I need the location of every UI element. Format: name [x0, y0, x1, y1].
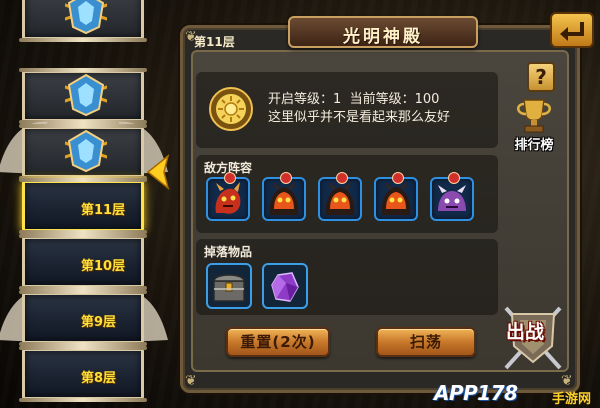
enemy-slot[interactable]	[430, 172, 474, 221]
battle-button[interactable]: 出战	[500, 300, 566, 374]
lava-golem-icon	[381, 182, 411, 215]
lava-golem-icon	[269, 182, 299, 215]
red-dragon-icon	[215, 182, 241, 214]
floor-label: 第9层	[81, 315, 117, 330]
treasure-chest-icon	[213, 274, 245, 302]
help-button[interactable]: ?	[527, 62, 555, 92]
trophy-icon	[517, 99, 551, 133]
sweep-button[interactable]: 扫荡	[376, 327, 476, 357]
open-level-label: 开启等级：	[268, 92, 334, 107]
floor-locked[interactable]	[19, 124, 147, 180]
level-requirement: 开启等级：1 当前等级：100	[268, 88, 439, 107]
enemy-slot[interactable]	[206, 172, 250, 221]
rank-badge-icon	[336, 172, 348, 184]
floor-locked[interactable]	[19, 0, 147, 42]
floor-label: 第8层	[81, 371, 117, 386]
current-level-label: 当前等级：	[349, 92, 415, 107]
lava-golem-icon	[325, 182, 355, 215]
rank-badge-icon	[280, 172, 292, 184]
floor-current[interactable]: 第11层	[19, 178, 147, 234]
sun-emblem-icon	[209, 87, 253, 131]
open-level-value: 1	[333, 92, 342, 107]
enemy-slot[interactable]	[262, 172, 306, 221]
drop-item-slot[interactable]	[206, 263, 252, 309]
purple-crystal-icon	[271, 272, 299, 302]
floor-label: 第10层	[81, 259, 126, 274]
drop-section-title: 掉落物品	[204, 245, 253, 259]
locked-emblem-icon	[65, 0, 107, 35]
drop-items: 掉落物品	[196, 239, 498, 315]
floor-cleared[interactable]: 第8层	[19, 346, 147, 402]
enemy-slot[interactable]	[318, 172, 362, 221]
return-arrow-icon	[560, 22, 584, 41]
floor-cleared[interactable]: 第9层	[19, 290, 147, 346]
floor-label: 第11层	[81, 203, 126, 218]
leaderboard-label: 排行榜	[514, 138, 554, 153]
dungeon-description: 这里似乎并不是看起来那么友好	[268, 110, 451, 125]
floor-tower[interactable]: 第11层 第10层 第9层 第8层	[0, 0, 180, 408]
current-floor-arrow-icon	[146, 154, 170, 190]
watermark-subtext: 手游网	[552, 392, 592, 407]
rank-badge-icon	[392, 172, 404, 184]
purple-beast-icon	[438, 185, 466, 211]
leaderboard-button[interactable]: 排行榜	[504, 96, 564, 156]
reset-button[interactable]: 重置(2次)	[226, 327, 330, 357]
floor-number-label: 第11层	[194, 35, 235, 49]
drop-item-slot[interactable]	[262, 263, 308, 309]
back-button[interactable]	[550, 12, 594, 48]
title-plate: 光明神殿	[288, 16, 478, 48]
panel-title: 光明神殿	[343, 27, 423, 47]
watermark-logo-text: APP178	[434, 381, 518, 405]
battle-label: 出战	[506, 321, 545, 343]
locked-emblem-icon	[65, 129, 107, 173]
dungeon-info: 开启等级：1 当前等级：100 这里似乎并不是看起来那么友好	[196, 72, 498, 148]
rank-badge-icon	[448, 172, 460, 184]
locked-emblem-icon	[65, 73, 107, 117]
corner-ornament-icon: ❦	[185, 373, 197, 389]
site-watermark: APP178 手游网	[428, 380, 600, 408]
current-level-value: 100	[414, 92, 440, 107]
rank-badge-icon	[224, 172, 236, 184]
enemy-slot[interactable]	[374, 172, 418, 221]
enemy-lineup: 敌方阵容	[196, 155, 498, 233]
